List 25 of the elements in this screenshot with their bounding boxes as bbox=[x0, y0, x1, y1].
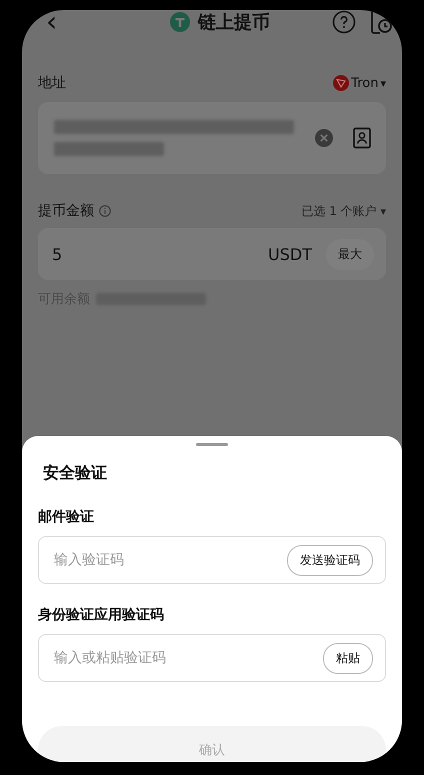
amount-value: 5 bbox=[52, 244, 64, 264]
page-title: 链上提币 bbox=[198, 11, 270, 34]
address-field[interactable] bbox=[38, 102, 386, 174]
help-icon[interactable] bbox=[332, 10, 356, 34]
network-selector[interactable]: Tron▾ bbox=[333, 75, 386, 91]
max-button[interactable]: 最大 bbox=[326, 238, 374, 270]
account-selector[interactable]: 已选 1 个账户 ▾ bbox=[301, 202, 386, 220]
field-action-button[interactable]: 发送验证码 bbox=[287, 544, 373, 576]
tron-logo-icon bbox=[333, 75, 350, 91]
back-button[interactable]: ‹ bbox=[38, 12, 78, 32]
code-input-field[interactable]: 输入验证码 发送验证码 bbox=[38, 536, 386, 584]
field-label: 邮件验证 bbox=[38, 508, 95, 526]
field-action-button[interactable]: 粘贴 bbox=[323, 642, 373, 674]
code-input-field[interactable]: 输入或粘贴验证码 粘贴 bbox=[38, 634, 386, 682]
amount-label: 提币金额 bbox=[38, 202, 94, 220]
info-icon[interactable] bbox=[99, 205, 111, 217]
drag-handle[interactable] bbox=[196, 443, 228, 446]
address-label: 地址 bbox=[38, 74, 66, 92]
address-book-icon[interactable] bbox=[352, 127, 372, 149]
history-icon[interactable] bbox=[370, 10, 392, 35]
clear-icon[interactable] bbox=[314, 128, 334, 148]
currency-label: USDT bbox=[268, 244, 312, 264]
amount-field[interactable]: 5 USDT 最大 bbox=[38, 228, 386, 280]
field-label: 身份验证应用验证码 bbox=[38, 606, 165, 624]
sheet-title: 安全验证 bbox=[43, 463, 108, 484]
